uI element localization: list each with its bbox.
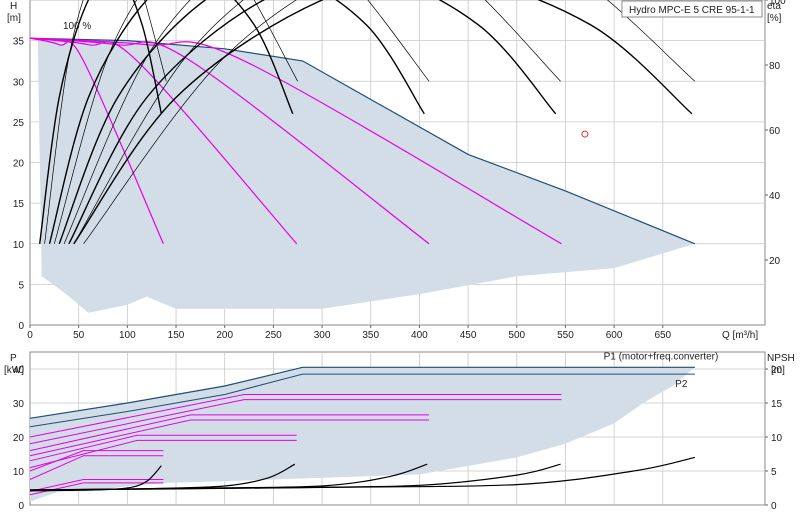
x-tick-label: 650 [654,330,671,341]
power-axis-label-unit: [kW] [4,365,24,376]
power-tick-label: 0 [18,501,24,512]
y-axis-label-unit: [m] [7,13,21,24]
npsh-axis-label-name: NPSH [767,353,795,364]
npsh-tick-label: 5 [771,467,777,478]
x-tick-label: 500 [508,330,525,341]
legend-p1: P1 (motor+freq.converter) [604,351,719,362]
x-tick-label: 150 [168,330,185,341]
x-tick-label: 550 [557,330,574,341]
power-y-axis-ticks: 010203040 [13,365,25,512]
npsh-axis-label-unit: [m] [771,365,785,376]
y2-axis-ticks: 20406080100 [765,0,786,267]
y2-tick-label: 80 [769,61,781,72]
y-tick-label: 5 [18,280,24,291]
y-axis-label-name: H [10,1,17,12]
y2-tick-label: 60 [769,126,781,137]
power-tick-label: 30 [13,399,25,410]
y-tick-label: 20 [13,159,25,170]
npsh-y-axis-ticks: 05101520 [765,365,783,512]
speed-annotation: 100 % [63,21,91,32]
y2-tick-label: 40 [769,191,781,202]
x-tick-label: 300 [314,330,331,341]
x-tick-label: 350 [362,330,379,341]
x-axis-label: Q [m³/h] [722,330,758,341]
x-tick-label: 400 [411,330,428,341]
y-tick-label: 35 [13,37,25,48]
x-tick-label: 600 [606,330,623,341]
npsh-tick-label: 0 [771,501,777,512]
power-tick-label: 10 [13,467,25,478]
x-tick-label: 100 [119,330,136,341]
power-axis-label-name: P [10,353,17,364]
pump-curve-figure: 0 50 100 150 200 250 300 350 400 450 500 550 600 650 … [4,0,795,512]
npsh-tick-label: 10 [771,433,783,444]
y-axis-ticks: 0 5 10 15 20 25 30 35 [13,37,25,332]
x-tick-label: 0 [27,330,33,341]
x-tick-label: 200 [216,330,233,341]
y2-axis-label-unit: [%] [767,13,782,24]
y-tick-label: 15 [13,199,25,210]
power-tick-label: 20 [13,433,25,444]
y2-axis-label-name: eta [767,1,781,12]
x-tick-label: 50 [73,330,85,341]
y-tick-label: 25 [13,118,25,129]
head-panel: 0 50 100 150 200 250 300 350 400 450 500 550 600 650 … [7,0,786,341]
chart-title: Hydro MPC-E 5 CRE 95-1-1 [629,5,755,16]
power-panel: 010203040 05101520 P [kW] NPSH [m] P1 (m… [4,351,795,512]
npsh-tick-label: 15 [771,399,783,410]
y-tick-label: 0 [18,321,24,332]
x-tick-label: 250 [265,330,282,341]
x-axis-ticks: 0 50 100 150 200 250 300 350 400 450 500 550 600 650 [27,325,672,341]
y-tick-label: 10 [13,240,25,251]
legend-p2: P2 [675,379,688,390]
y2-tick-label: 20 [769,256,781,267]
y-tick-label: 30 [13,77,25,88]
x-tick-label: 450 [460,330,477,341]
